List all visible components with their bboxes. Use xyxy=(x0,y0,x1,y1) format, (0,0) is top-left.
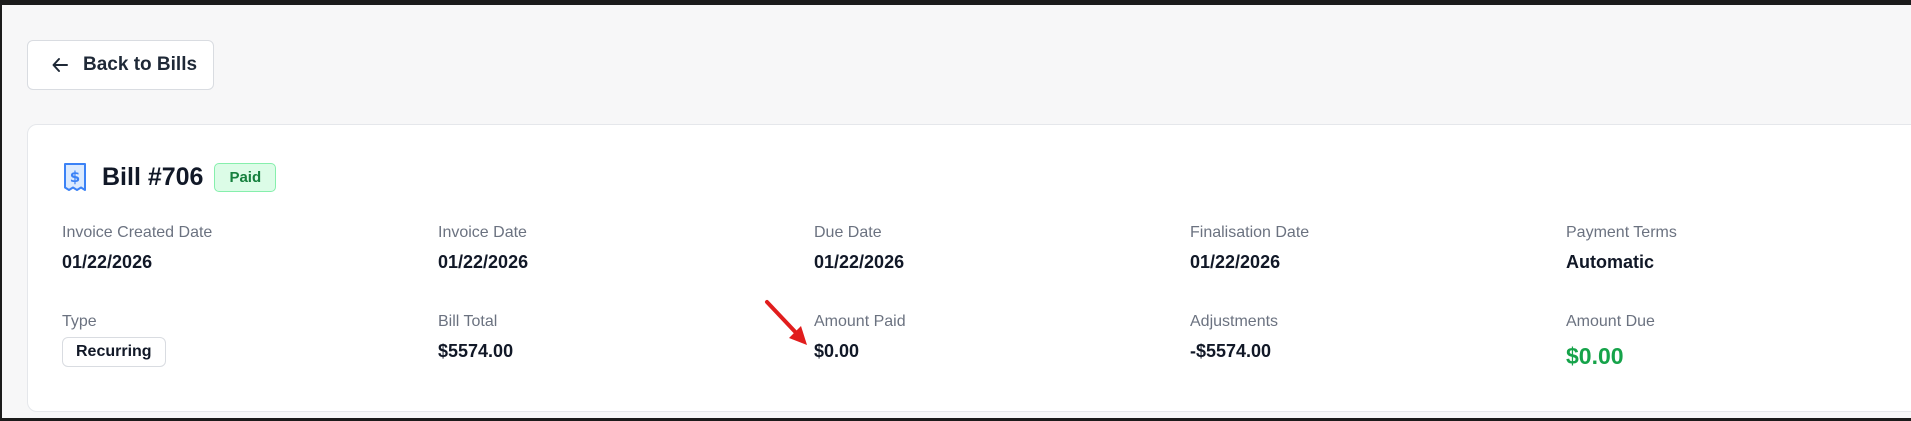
field-label: Amount Paid xyxy=(814,313,906,330)
bill-details-card: $ Bill #706 Paid Invoice Created Date 01… xyxy=(27,124,1911,412)
field-value: 01/22/2026 xyxy=(1190,252,1281,272)
field-value: Automatic xyxy=(1566,252,1655,272)
arrow-left-icon xyxy=(51,56,69,74)
field-finalisation-date: Finalisation Date 01/22/2026 xyxy=(1190,224,1309,273)
bill-header: $ Bill #706 Paid xyxy=(62,159,277,195)
back-to-bills-button[interactable]: Back to Bills xyxy=(27,40,214,90)
field-label: Invoice Date xyxy=(438,224,527,241)
field-invoice-date: Invoice Date 01/22/2026 xyxy=(438,224,528,273)
field-value: $0.00 xyxy=(814,341,860,361)
window-top-border xyxy=(0,0,1911,5)
svg-text:$: $ xyxy=(70,168,80,186)
bill-title: Bill #706 xyxy=(102,162,204,191)
field-value-amount-due: $0.00 xyxy=(1566,343,1624,369)
field-invoice-created-date: Invoice Created Date 01/22/2026 xyxy=(62,224,212,273)
field-amount-due: Amount Due $0.00 xyxy=(1566,313,1655,370)
field-value: -$5574.00 xyxy=(1190,341,1272,361)
red-annotation-arrow-icon xyxy=(765,300,807,345)
field-label: Bill Total xyxy=(438,313,498,330)
field-label: Type xyxy=(62,313,97,330)
field-value: 01/22/2026 xyxy=(814,252,905,272)
field-value: 01/22/2026 xyxy=(438,252,529,272)
field-label: Due Date xyxy=(814,224,882,241)
field-label: Invoice Created Date xyxy=(62,224,213,241)
field-label: Amount Due xyxy=(1566,313,1655,330)
field-label: Payment Terms xyxy=(1566,224,1677,241)
field-label: Adjustments xyxy=(1190,313,1279,330)
field-value: 01/22/2026 xyxy=(62,252,153,272)
status-badge: Paid xyxy=(214,162,277,192)
field-type: Type Recurring xyxy=(62,313,166,367)
field-label: Finalisation Date xyxy=(1190,224,1310,241)
field-due-date: Due Date 01/22/2026 xyxy=(814,224,904,273)
field-bill-total: Bill Total $5574.00 xyxy=(438,313,513,362)
window-left-border xyxy=(0,0,2,421)
type-badge: Recurring xyxy=(62,337,166,367)
back-button-label: Back to Bills xyxy=(83,54,198,75)
dollar-receipt-icon: $ xyxy=(62,162,88,192)
field-adjustments: Adjustments -$5574.00 xyxy=(1190,313,1278,362)
field-value: $5574.00 xyxy=(438,341,514,361)
field-amount-paid: Amount Paid $0.00 xyxy=(814,313,906,362)
field-payment-terms: Payment Terms Automatic xyxy=(1566,224,1677,273)
